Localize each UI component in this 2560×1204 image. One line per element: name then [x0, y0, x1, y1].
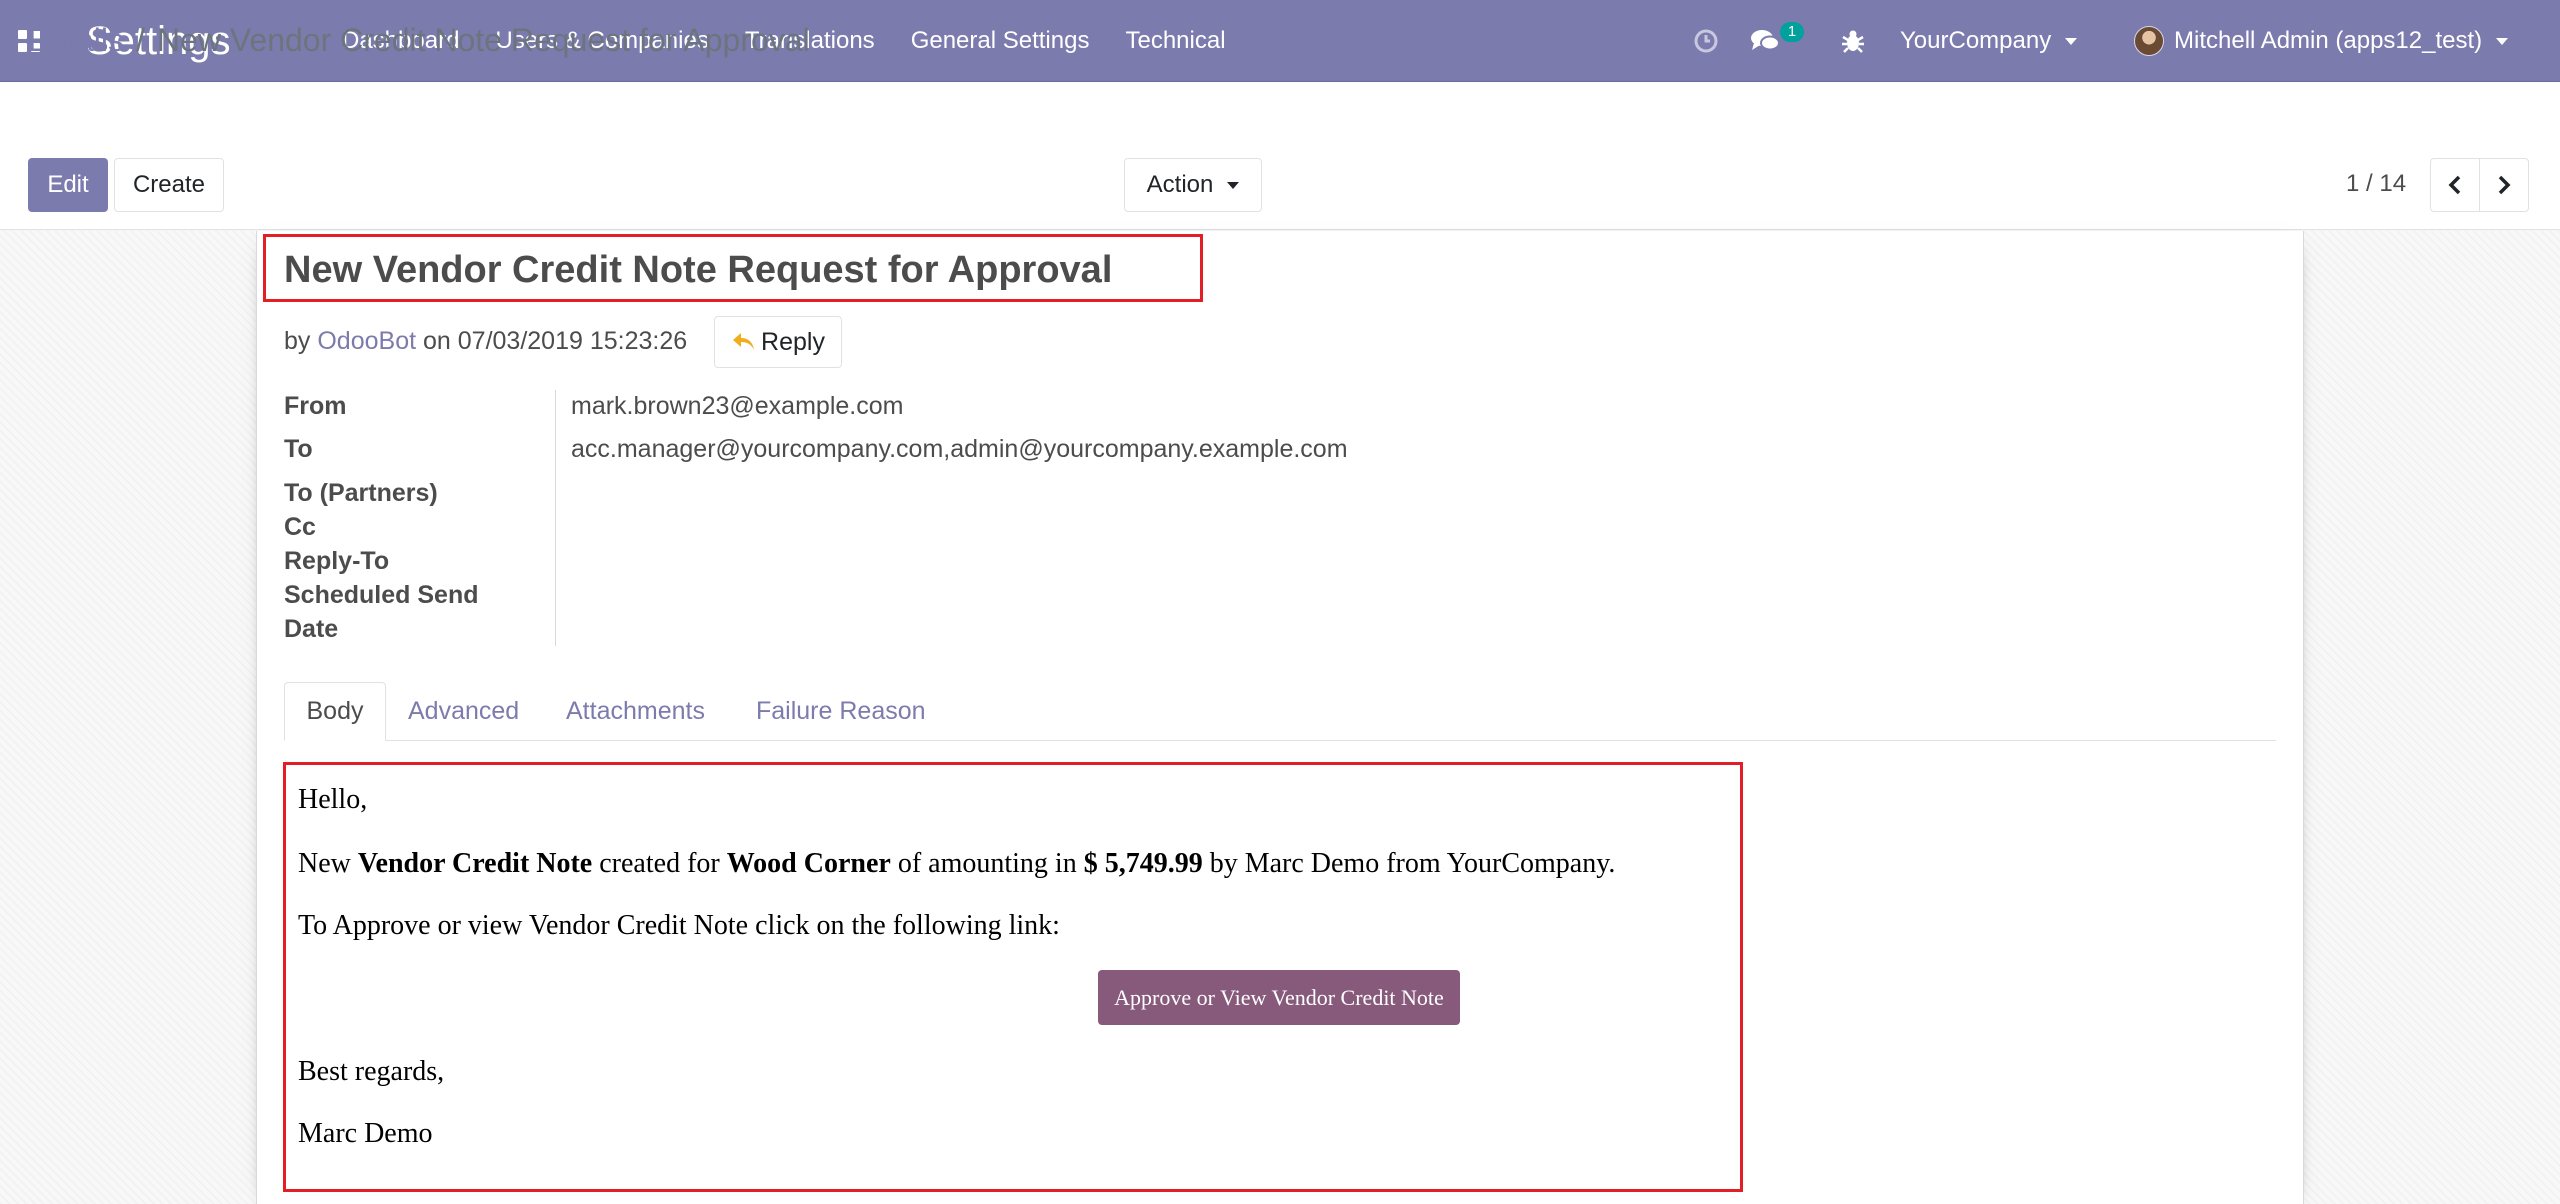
on-prefix: on — [423, 327, 451, 355]
approve-vendor-credit-note-button[interactable]: Approve or View Vendor Credit Note — [1098, 970, 1460, 1025]
create-button[interactable]: Create — [114, 158, 224, 212]
breadcrumb-emails[interactable]: Emails — [28, 22, 124, 58]
action-dropdown-button[interactable]: Action — [1124, 158, 1262, 212]
to-partners-label: To (Partners) — [284, 479, 438, 507]
chevron-left-icon — [2448, 175, 2461, 195]
pager-value[interactable]: 1 / 14 — [2346, 170, 2406, 198]
tab-advanced[interactable]: Advanced — [408, 682, 519, 741]
menu-general-settings[interactable]: General Settings — [893, 0, 1108, 82]
caret-down-icon — [2496, 37, 2509, 45]
from-label: From — [284, 392, 347, 420]
tab-failure-reason[interactable]: Failure Reason — [756, 682, 926, 741]
body-line1-post: by Marc Demo from YourCompany. — [1209, 848, 1616, 879]
debug-bug-icon[interactable] — [1840, 27, 1866, 60]
field-divider — [555, 390, 556, 646]
body-highlight-box — [283, 762, 1743, 1192]
reply-to-label: Reply-To — [284, 547, 390, 575]
menu-technical[interactable]: Technical — [1107, 0, 1243, 82]
mail-date: 07/03/2019 15:23:26 — [457, 327, 688, 355]
reply-button[interactable]: Reply — [714, 316, 842, 368]
scheduled-send-label: Scheduled Send — [284, 581, 479, 609]
user-menu[interactable]: Mitchell Admin (apps12_test) — [2134, 0, 2509, 82]
cc-label: Cc — [284, 513, 316, 541]
body-line1-mid2: of amounting in — [897, 848, 1077, 879]
body-line-2: To Approve or view Vendor Credit Note cl… — [298, 910, 1060, 941]
breadcrumb: Emails / New Vendor Credit Note Request fo… — [28, 22, 810, 59]
company-name: YourCompany — [1900, 27, 2052, 54]
tab-attachments[interactable]: Attachments — [566, 682, 705, 741]
body-signature: Marc Demo — [298, 1118, 433, 1149]
action-label: Action — [1146, 171, 1214, 198]
by-prefix: by — [284, 327, 311, 355]
chevron-right-icon — [2498, 175, 2511, 195]
from-value: mark.brown23@example.com — [571, 392, 904, 420]
body-line1-mid: created for — [599, 848, 720, 879]
body-closing: Best regards, — [298, 1056, 445, 1087]
body-line-1: New Vendor Credit Note created for Wood … — [298, 848, 1615, 880]
edit-button[interactable]: Edit — [28, 158, 108, 212]
company-switcher[interactable]: YourCompany — [1900, 0, 2078, 82]
mail-meta: by OdooBot on 07/03/2019 15:23:26 — [284, 327, 687, 356]
caret-down-icon — [2065, 37, 2078, 45]
mail-subject: New Vendor Credit Note Request for Appro… — [284, 249, 1113, 291]
chat-counter-badge: 1 — [1780, 22, 1804, 42]
body-line1-pre: New — [298, 848, 351, 879]
pager-previous-button[interactable] — [2430, 158, 2480, 212]
control-panel — [0, 82, 2560, 230]
to-value: acc.manager@yourcompany.com,admin@yourco… — [571, 435, 1348, 463]
date-label: Date — [284, 615, 339, 643]
reply-icon — [733, 333, 755, 350]
body-doc-type: Vendor Credit Note — [357, 848, 593, 879]
tab-body[interactable]: Body — [284, 682, 386, 741]
to-label: To — [284, 435, 313, 463]
breadcrumb-separator: / — [136, 22, 145, 58]
body-amount: $ 5,749.99 — [1083, 848, 1203, 879]
mail-author-link[interactable]: OdooBot — [317, 327, 416, 355]
activity-clock-icon[interactable] — [1692, 27, 1720, 60]
breadcrumb-current: New Vendor Credit Note Request for Appro… — [156, 22, 810, 58]
caret-down-icon — [1227, 181, 1240, 189]
chat-icon[interactable] — [1750, 27, 1780, 60]
reply-label: Reply — [761, 327, 825, 356]
avatar — [2134, 26, 2164, 56]
user-name: Mitchell Admin (apps12_test) — [2174, 27, 2483, 54]
body-greeting: Hello, — [298, 784, 368, 815]
pager-next-button[interactable] — [2479, 158, 2529, 212]
body-partner: Wood Corner — [726, 848, 891, 879]
